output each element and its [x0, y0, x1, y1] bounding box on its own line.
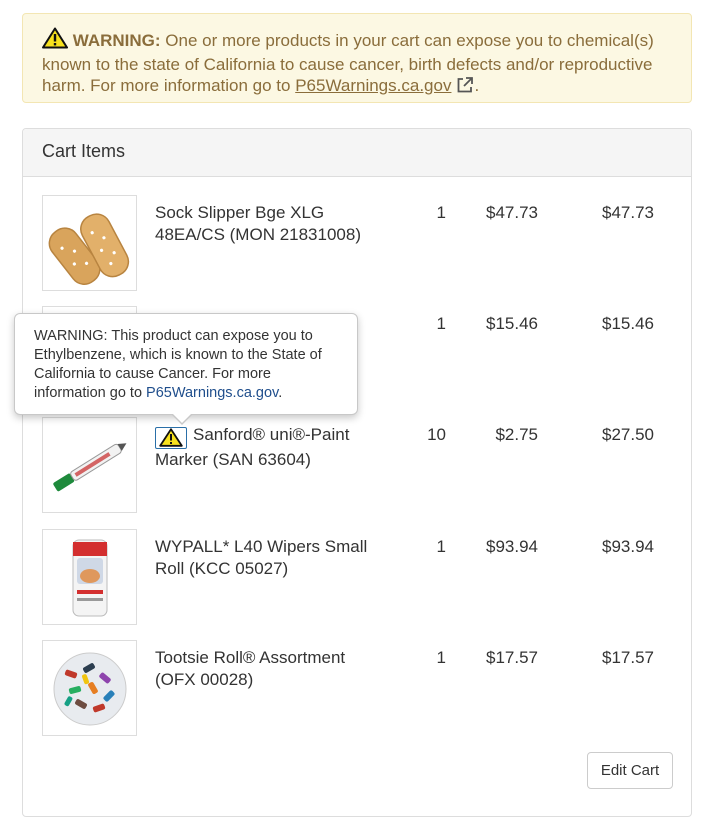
- item-total: $17.57: [602, 648, 654, 667]
- cart-item-row: Sanford® uni®-Paint Marker (SAN 63604) 1…: [42, 417, 672, 513]
- item-qty: 1: [436, 537, 446, 556]
- paint-marker-image[interactable]: [42, 417, 137, 513]
- tooltip-p65-link[interactable]: P65Warnings.ca.gov: [146, 385, 278, 401]
- warning-trailing: .: [474, 76, 480, 95]
- item-price: $15.46: [486, 314, 538, 333]
- warning-label: WARNING:: [72, 31, 161, 50]
- tooltip-arrow-fill: [172, 413, 192, 423]
- item-price: $47.73: [486, 203, 538, 222]
- cart-item-row: WYPALL* L40 Wipers Small Roll (KCC 05027…: [42, 529, 672, 625]
- item-qty: 10: [427, 425, 446, 444]
- tootsie-roll-image[interactable]: [42, 640, 137, 736]
- tooltip-trailing: .: [278, 385, 283, 401]
- edit-cart-button[interactable]: Edit Cart: [587, 752, 673, 789]
- item-qty: 1: [436, 648, 446, 667]
- cart-items-panel: Cart Items Sock Slipper Bge XLG 48EA/CS …: [22, 128, 692, 817]
- prop65-warning-icon[interactable]: [155, 427, 187, 449]
- p65-warnings-link[interactable]: P65Warnings.ca.gov: [295, 76, 451, 95]
- item-qty: 1: [436, 203, 446, 222]
- item-total: $27.50: [602, 425, 654, 444]
- item-description[interactable]: WYPALL* L40 Wipers Small Roll (KCC 05027…: [155, 536, 375, 580]
- item-description[interactable]: Sock Slipper Bge XLG 48EA/CS (MON 218310…: [155, 202, 375, 246]
- item-description[interactable]: Sanford® uni®-Paint Marker (SAN 63604): [155, 424, 375, 471]
- sock-slipper-image[interactable]: [42, 195, 137, 291]
- item-price: $17.57: [486, 648, 538, 667]
- cart-item-row: Tootsie Roll® Assortment (OFX 00028) 1 $…: [42, 640, 672, 736]
- cart-item-row: Sock Slipper Bge XLG 48EA/CS (MON 218310…: [42, 195, 672, 291]
- prop65-warning-banner: WARNING: One or more products in your ca…: [22, 13, 692, 103]
- item-total: $93.94: [602, 537, 654, 556]
- item-total: $47.73: [602, 203, 654, 222]
- wipers-roll-image[interactable]: [42, 529, 137, 625]
- warning-triangle-icon: [42, 27, 68, 54]
- cart-items-heading: Cart Items: [23, 129, 691, 177]
- item-price: $93.94: [486, 537, 538, 556]
- item-description[interactable]: Tootsie Roll® Assortment (OFX 00028): [155, 647, 375, 691]
- item-total: $15.46: [602, 314, 654, 333]
- prop65-tooltip: WARNING: This product can expose you to …: [14, 313, 358, 425]
- item-price: $2.75: [495, 425, 538, 444]
- item-qty: 1: [436, 314, 446, 333]
- external-link-icon[interactable]: [456, 76, 474, 99]
